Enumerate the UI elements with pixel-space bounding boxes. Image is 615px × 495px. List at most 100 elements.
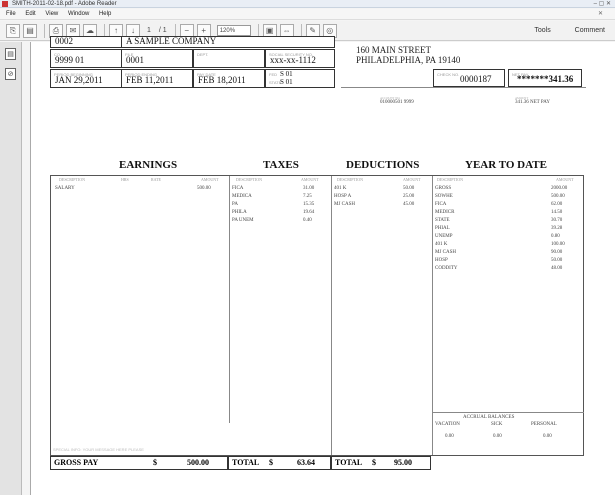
accrual-sick-value: 0.00 (493, 434, 502, 439)
tax-amount: 19.64 (303, 210, 315, 215)
ytd-amount: 90.00 (551, 250, 563, 255)
open-file-icon[interactable]: ▤ (23, 23, 37, 38)
address-line-1: 160 MAIN STREET (356, 45, 431, 55)
tax-total-label: TOTAL (232, 458, 260, 467)
ytd-desc: CODDITY (435, 266, 458, 271)
deduction-total-amount: 95.00 (394, 458, 412, 467)
period-begin-value: JAN 29,2011 (55, 75, 103, 85)
accrual-personal-value: 0.00 (543, 434, 552, 439)
pay-date-box: PAY DATE FEB 18,2011 (193, 69, 265, 88)
tax-desc: PA (232, 202, 238, 207)
page-total: / 1 (158, 27, 167, 34)
deduction-amount: 45.00 (403, 202, 415, 207)
ytd-desc: FICA (435, 202, 447, 207)
earnings-amount: 500.00 (197, 186, 211, 191)
ytd-desc: MJ CASH (435, 250, 456, 255)
gross-pay-amount: 500.00 (187, 458, 209, 467)
file-value: 0001 (126, 55, 144, 65)
menu-file[interactable]: File (6, 11, 16, 17)
ssn-value: xxx-xx-1112 (270, 55, 316, 65)
create-pdf-icon[interactable]: ⎘ (6, 23, 20, 38)
window-title-bar: SMITH-2011-02-18.pdf - Adobe Reader – ▢ … (0, 0, 615, 8)
ssn-box: SOCIAL SECURITY NO. xxx-xx-1112 (265, 49, 335, 68)
ytd-desc-label: DESCRIPTION (437, 177, 464, 182)
co-file-box: CO. 9999 01 (50, 49, 122, 68)
taxes-amount-label: AMOUNT (301, 177, 319, 182)
menu-window[interactable]: Window (68, 11, 89, 17)
tax-desc: PA UNEM (232, 218, 254, 223)
accrual-title: ACCRUAL BALANCES (463, 415, 515, 420)
accrual-divider (432, 412, 584, 413)
page-thumbnails-icon[interactable]: ▤ (5, 48, 16, 60)
deductions-amount-label: AMOUNT (403, 177, 421, 182)
taxes-heading: TAXES (263, 159, 299, 171)
ytd-desc: GROSS (435, 186, 452, 191)
earnings-heading: EARNINGS (119, 159, 178, 171)
special-info-note: SPECIAL INFO: YOUR MESSAGE HERE PLEASE (53, 447, 144, 452)
co-value: 9999 01 (55, 55, 85, 65)
pay-date-value: FEB 18,2011 (198, 75, 246, 85)
deposit-account: 010000501 9999 (380, 100, 414, 105)
ytd-amount-label: AMOUNT (556, 177, 574, 182)
ytd-amount: 14.50 (551, 210, 563, 215)
pdf-page: 0002 A SAMPLE COMPANY CO. 9999 01 FILE 0… (30, 36, 615, 495)
deduction-amount: 50.00 (403, 186, 415, 191)
window-title: SMITH-2011-02-18.pdf - Adobe Reader (12, 1, 117, 7)
deductions-heading: DEDUCTIONS (346, 159, 420, 171)
pay-detail-table: DESCRIPTION HRS RATE AMOUNT DESCRIPTION … (50, 175, 584, 456)
toolbar-right-links: Tools Comment (512, 27, 605, 34)
deduction-total: TOTAL $ 95.00 (331, 456, 431, 470)
address-line-2: PHILADELPHIA, PA 19140 (356, 55, 461, 65)
menu-help[interactable]: Help (99, 11, 111, 17)
deductions-desc-label: DESCRIPTION (337, 177, 364, 182)
deduction-total-currency: $ (372, 458, 376, 467)
ytd-heading: YEAR TO DATE (465, 159, 547, 171)
menu-bar: File Edit View Window Help ✕ (0, 9, 615, 20)
tax-amount: 15.35 (303, 202, 315, 207)
page-number-input[interactable]: 1 (147, 27, 151, 34)
menu-view[interactable]: View (45, 11, 58, 17)
toolbar-divider (44, 23, 45, 38)
accrual-sick-header: SICK (491, 422, 503, 427)
ytd-desc: 401 K (435, 242, 448, 247)
ytd-amount: 500.00 (551, 194, 565, 199)
deduction-desc: 401 K (334, 186, 347, 191)
check-number: 0000187 (460, 74, 492, 84)
adobe-reader-icon (2, 1, 8, 7)
company-code-box: 0002 (50, 36, 122, 48)
taxes-desc-label: DESCRIPTION (236, 177, 263, 182)
earnings-desc-label: DESCRIPTION (59, 177, 86, 182)
earnings-desc: SALARY (55, 186, 75, 191)
ytd-desc: STATE (435, 218, 450, 223)
ytd-desc: SOWHE (435, 194, 453, 199)
tax-amount: 0.40 (303, 218, 312, 223)
comment-button[interactable]: Comment (575, 27, 605, 34)
ytd-desc: PHIAL (435, 226, 450, 231)
ytd-amount: 62.00 (551, 202, 563, 207)
close-document-icon[interactable]: ✕ (598, 9, 603, 20)
ytd-desc: HOSP (435, 258, 448, 263)
tax-amount: 31.00 (303, 186, 315, 191)
dept-label: DEPT. (197, 52, 209, 57)
tools-button[interactable]: Tools (534, 27, 550, 34)
deduction-total-label: TOTAL (335, 458, 363, 467)
tax-total-amount: 63.64 (297, 458, 315, 467)
earnings-hrs-label: HRS (121, 177, 129, 182)
ytd-amount: 30.70 (551, 218, 563, 223)
accrual-personal-header: PERSONAL (531, 422, 557, 427)
window-controls[interactable]: – ▢ ✕ (594, 0, 611, 8)
attachments-icon[interactable]: ⊘ (5, 68, 16, 80)
ytd-amount: 39.28 (551, 226, 563, 231)
navigation-sidebar: ▤ ⊘ (0, 42, 22, 495)
earnings-amount-label: AMOUNT (201, 177, 219, 182)
company-code: 0002 (55, 36, 73, 46)
zoom-select[interactable]: 120% (216, 25, 251, 36)
gross-pay-currency: $ (153, 458, 157, 467)
menu-edit[interactable]: Edit (25, 11, 35, 17)
accrual-vacation-header: VACATION (435, 422, 460, 427)
file-box: FILE 0001 (121, 49, 193, 68)
tax-desc: PHILA (232, 210, 247, 215)
earnings-rate-label: RATE (151, 177, 161, 182)
deduction-amount: 25.00 (403, 194, 415, 199)
period-end-box: PERIOD ENDING FEB 11,2011 (121, 69, 193, 88)
